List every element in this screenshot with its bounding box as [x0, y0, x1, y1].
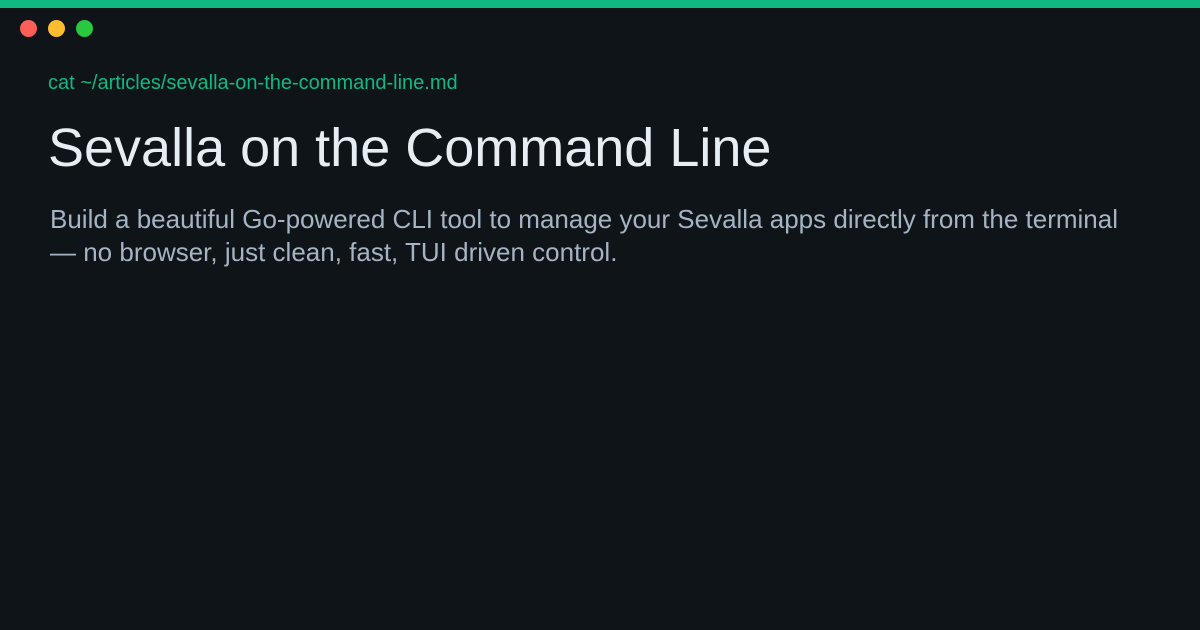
terminal-command: cat ~/articles/sevalla-on-the-command-li… — [48, 72, 458, 94]
minimize-window-icon[interactable] — [48, 20, 65, 37]
article-title: Sevalla on the Command Line — [48, 118, 772, 178]
accent-bar — [0, 0, 1200, 8]
terminal-card: cat ~/articles/sevalla-on-the-command-li… — [0, 0, 1200, 630]
window-controls — [20, 20, 93, 37]
maximize-window-icon[interactable] — [76, 20, 93, 37]
article-description: Build a beautiful Go-powered CLI tool to… — [50, 204, 1119, 267]
close-window-icon[interactable] — [20, 20, 37, 37]
